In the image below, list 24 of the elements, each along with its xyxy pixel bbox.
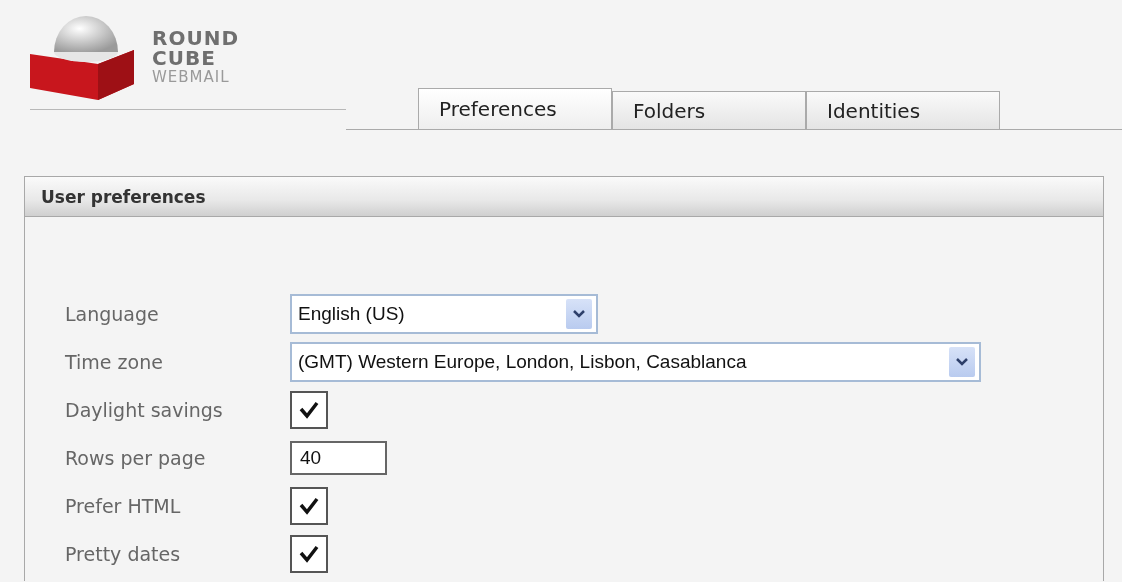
check-icon [299, 497, 319, 515]
logo-text: CUBE [152, 47, 217, 68]
checkbox[interactable] [290, 391, 328, 429]
check-icon [299, 401, 319, 419]
field-label: Prefer HTML [65, 495, 182, 517]
check-icon [299, 545, 319, 563]
input-field[interactable]: 40 [290, 441, 387, 475]
dropdown[interactable]: English (US) [290, 294, 598, 334]
tab[interactable]: Folders [612, 91, 806, 129]
dropdown[interactable]: (GMT) Western Europe, London, Lisbon, Casablanca [290, 342, 981, 382]
panel-title: User preferences [41, 186, 206, 207]
checkbox[interactable] [290, 535, 328, 573]
field-label: Time zone [65, 351, 164, 373]
field-label: Rows per page [65, 447, 207, 469]
tab[interactable]: Preferences [418, 88, 612, 129]
field-label: Daylight savings [65, 399, 224, 421]
tab[interactable]: Identities [806, 91, 1000, 129]
checkbox[interactable] [290, 487, 328, 525]
chevron-down-icon [956, 358, 968, 366]
field-label: Pretty dates [65, 543, 182, 565]
logo-text: ROUND [152, 27, 239, 48]
chevron-down-icon [573, 310, 585, 318]
logo-text: WEBMAIL [152, 69, 231, 85]
field-label: Language [65, 303, 160, 325]
